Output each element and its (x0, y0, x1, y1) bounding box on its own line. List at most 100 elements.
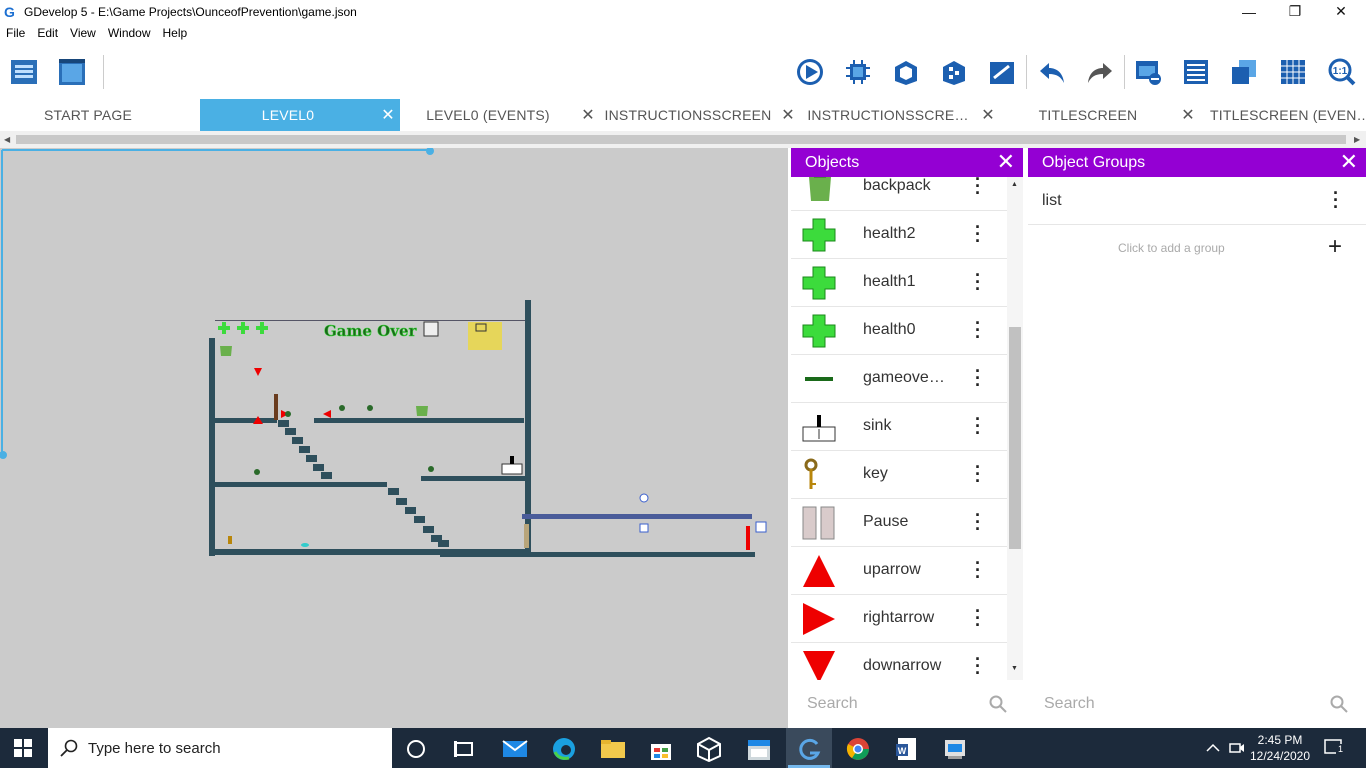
scroll-down-icon[interactable]: ▼ (1011, 665, 1018, 672)
store-icon[interactable] (648, 736, 674, 762)
windows-start-icon[interactable] (14, 739, 32, 757)
object-menu-button[interactable]: · · · (973, 554, 983, 586)
chrome-icon[interactable] (845, 736, 871, 762)
object-menu-button[interactable]: · · · (973, 266, 983, 298)
tab-level0-events[interactable]: LEVEL0 (EVENTS) (400, 99, 576, 131)
list-item[interactable]: backpack · · · (791, 177, 1007, 211)
add-group-row[interactable]: Click to add a group + (1028, 226, 1366, 270)
file-explorer-icon[interactable] (600, 736, 626, 762)
list-item[interactable]: key · · · (791, 451, 1007, 499)
green-cross-icon (802, 314, 836, 348)
title-bar: G GDevelop 5 - E:\Game Projects\OunceofP… (0, 0, 1366, 23)
mail-icon[interactable] (502, 736, 528, 762)
control-panel-icon[interactable] (942, 736, 968, 762)
list-item[interactable]: uparrow · · · (791, 547, 1007, 595)
restore-button[interactable]: ❐ (1272, 0, 1318, 23)
objects-search-input[interactable]: Search (791, 680, 1023, 728)
open-scene-icon[interactable] (891, 57, 921, 87)
objects-scrollbar[interactable]: ▲ ▼ (1007, 177, 1023, 680)
windows-taskbar: Type here to search W 2:45 PM 12/24/2020… (0, 728, 1366, 768)
tab-titlescreen-events[interactable]: TITLESCREEN (EVEN… (1200, 99, 1366, 131)
list-item[interactable]: health1 · · · (791, 259, 1007, 307)
menu-window[interactable]: Window (102, 26, 157, 40)
object-menu-button[interactable]: · · · (973, 506, 983, 538)
edge-browser-icon[interactable] (551, 736, 577, 762)
objects-list[interactable]: backpack · · · health2 · · · health1 · · · hea… (791, 177, 1007, 680)
scroll-left-icon[interactable]: ◀ (4, 135, 10, 144)
object-menu-button[interactable]: · · · (973, 177, 983, 202)
instances-list-icon[interactable] (1181, 57, 1211, 87)
instances-icon[interactable] (939, 57, 969, 87)
tab-close-instructionsscreen-events[interactable]: ✕ (978, 99, 998, 131)
objects-scrollbar-thumb[interactable] (1009, 327, 1021, 549)
tab-close-instructionsscreen[interactable]: ✕ (778, 99, 798, 131)
show-hidden-icons-chevron-icon[interactable] (1206, 742, 1220, 754)
editor-tabs: START PAGE LEVEL0 ✕ LEVEL0 (EVENTS) ✕ IN… (0, 99, 1366, 131)
scene-level-drawing[interactable]: Game Over (0, 148, 788, 728)
menu-help[interactable]: Help (157, 26, 194, 40)
meet-now-icon[interactable] (1228, 739, 1246, 757)
object-menu-button[interactable]: · · · (973, 602, 983, 634)
gdevelop-taskbar-icon[interactable] (796, 736, 822, 762)
undo-icon[interactable] (1037, 57, 1067, 87)
objects-panel-close-button[interactable]: ✕ (997, 151, 1015, 173)
scene-game-over-text[interactable]: Game Over (324, 322, 418, 341)
list-item[interactable]: rightarrow · · · (791, 595, 1007, 643)
object-menu-button[interactable]: · · · (973, 362, 983, 394)
grid-icon[interactable] (1278, 57, 1308, 87)
zoom-reset-icon[interactable]: 1:1 (1326, 57, 1356, 87)
tabs-scrollbar-thumb[interactable] (16, 135, 1346, 144)
scene-editor-icon[interactable] (57, 57, 87, 87)
menu-file[interactable]: File (0, 26, 31, 40)
group-menu-button[interactable]: · · · (1331, 184, 1341, 216)
list-item[interactable]: sink · · · (791, 403, 1007, 451)
tab-close-titlescreen[interactable]: ✕ (1178, 99, 1198, 131)
clock[interactable]: 2:45 PM 12/24/2020 (1248, 732, 1312, 764)
groups-panel-close-button[interactable]: ✕ (1340, 151, 1358, 173)
menu-edit[interactable]: Edit (31, 26, 64, 40)
list-item[interactable]: health2 · · · (791, 211, 1007, 259)
object-menu-button[interactable]: · · · (973, 410, 983, 442)
gdevelop-logo-icon: G (4, 3, 15, 20)
list-item[interactable]: Pause · · · (791, 499, 1007, 547)
object-menu-button[interactable]: · · · (973, 218, 983, 250)
properties-icon[interactable] (987, 57, 1017, 87)
scroll-up-icon[interactable]: ▲ (1011, 181, 1018, 188)
menu-view[interactable]: View (64, 26, 102, 40)
minimize-button[interactable]: — (1226, 0, 1272, 23)
object-menu-button[interactable]: · · · (973, 314, 983, 346)
list-item[interactable]: downarrow · · · (791, 643, 1007, 680)
word-icon[interactable]: W (894, 736, 920, 762)
task-view-icon[interactable] (451, 736, 477, 762)
tab-start-page[interactable]: START PAGE (0, 99, 176, 131)
debugger-icon[interactable] (843, 57, 873, 87)
taskbar-search-box[interactable]: Type here to search (48, 728, 392, 768)
objects-list-icon[interactable] (1229, 57, 1259, 87)
scroll-right-icon[interactable]: ▶ (1354, 135, 1360, 144)
close-window-button[interactable]: ✕ (1318, 0, 1364, 23)
object-menu-button[interactable]: · · · (973, 650, 983, 680)
calendar-app-icon[interactable] (746, 736, 772, 762)
objects-panel: Objects ✕ backpack · · · health2 · · · healt… (791, 148, 1023, 728)
list-item[interactable]: gameove… · · · (791, 355, 1007, 403)
tab-instructionsscreen[interactable]: INSTRUCTIONSSCREEN (600, 99, 776, 131)
redo-icon[interactable] (1085, 57, 1115, 87)
3d-viewer-icon[interactable] (696, 736, 722, 762)
groups-search-input[interactable]: Search (1028, 680, 1366, 728)
list-item[interactable]: list · · · (1028, 177, 1366, 225)
tab-close-level0[interactable]: ✕ (378, 99, 398, 131)
add-group-button[interactable]: + (1328, 233, 1342, 261)
preview-play-icon[interactable] (795, 57, 825, 87)
project-manager-icon[interactable] (9, 57, 39, 87)
cortana-icon[interactable] (403, 736, 429, 762)
tab-level0[interactable]: LEVEL0 (200, 99, 376, 131)
object-menu-button[interactable]: · · · (973, 458, 983, 490)
svg-text:1:1: 1:1 (1333, 66, 1348, 77)
tabs-scrollbar[interactable]: ◀ ▶ (0, 131, 1366, 148)
list-item[interactable]: health0 · · · (791, 307, 1007, 355)
layers-icon[interactable] (1133, 57, 1163, 87)
tab-instructionsscreen-events[interactable]: INSTRUCTIONSSCRE… (800, 99, 976, 131)
tab-close-level0-events[interactable]: ✕ (578, 99, 598, 131)
tab-titlescreen[interactable]: TITLESCREEN (1000, 99, 1176, 131)
scene-canvas[interactable]: Game Over (0, 148, 788, 728)
